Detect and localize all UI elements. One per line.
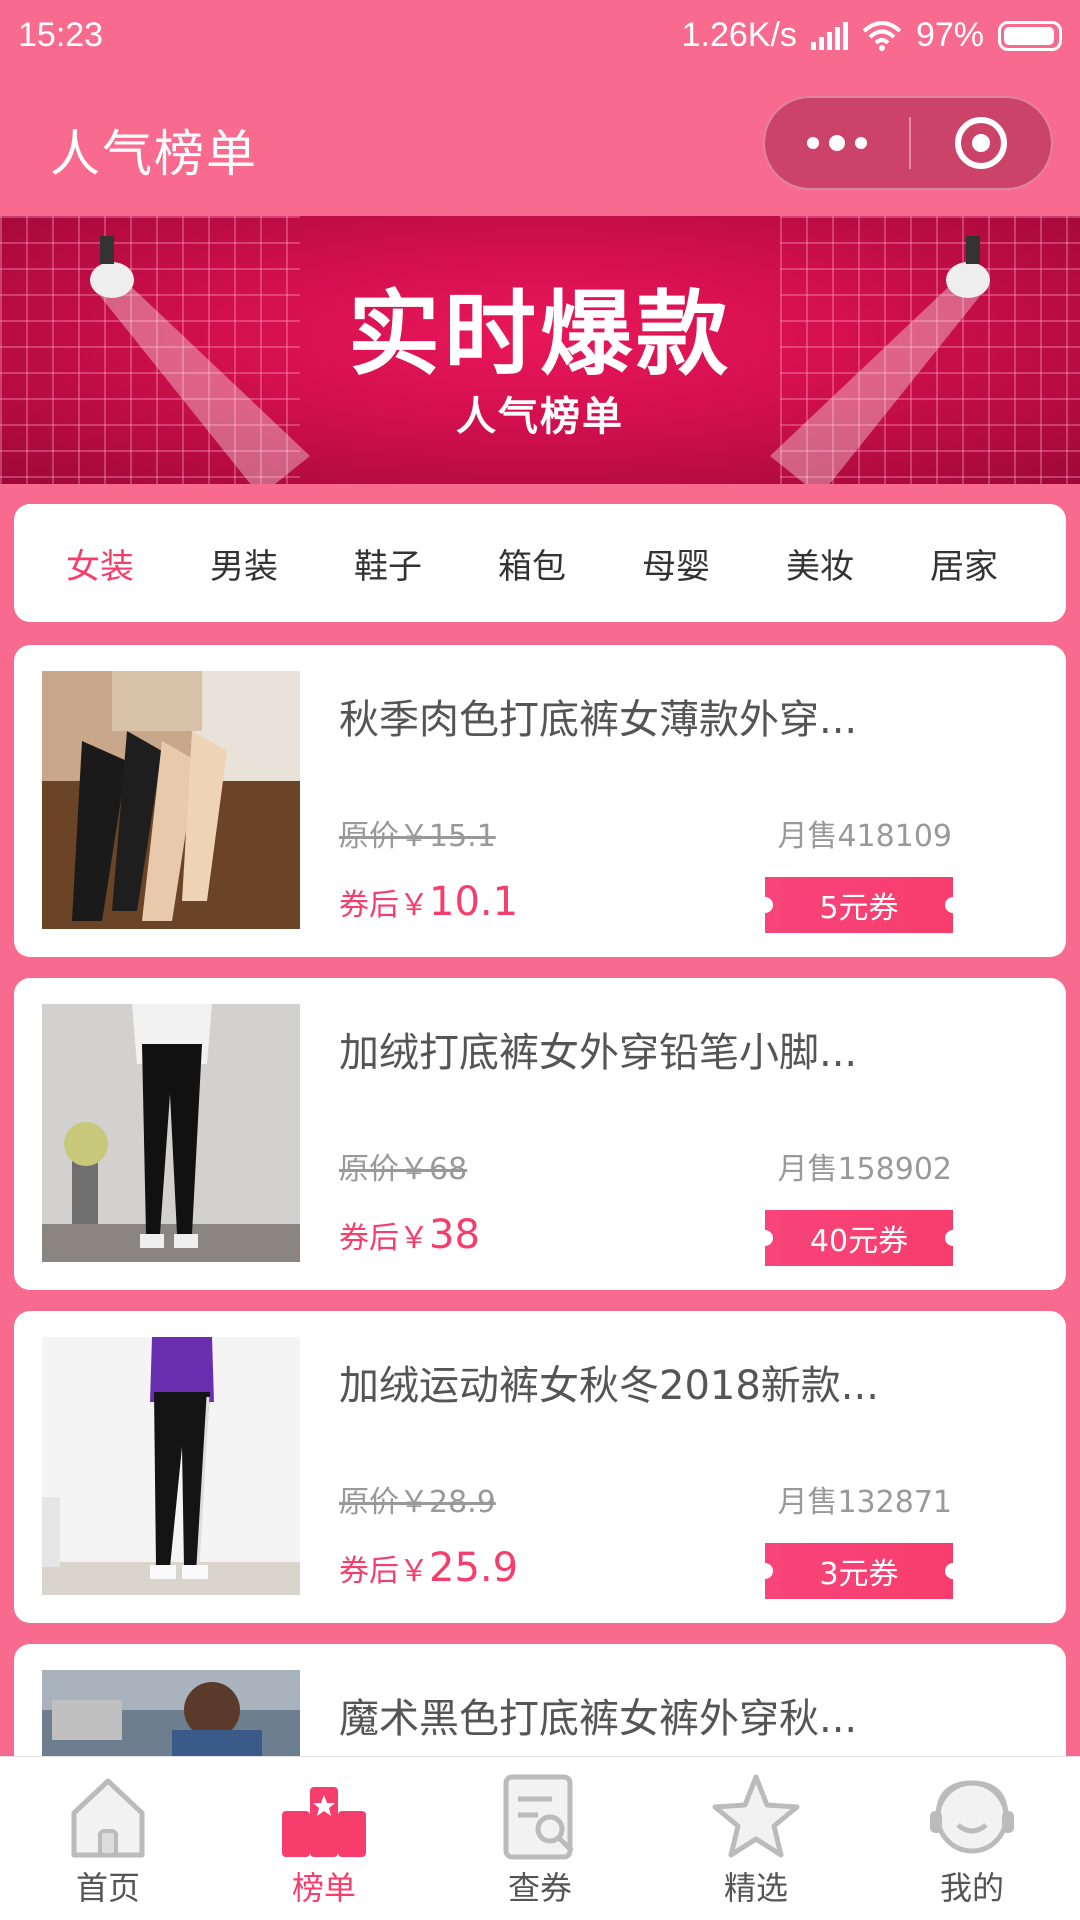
tab-home-page[interactable]: 首页: [0, 1757, 216, 1920]
tab-men-clothing[interactable]: 男装: [172, 539, 316, 588]
coupon-button[interactable]: 40元券: [757, 1210, 961, 1266]
product-card[interactable]: 加绒运动裤女秋冬2018新款... 原价￥28.9 月售132871 券后￥25…: [14, 1311, 1066, 1623]
tab-label: 查券: [507, 1869, 572, 1907]
banner-subtitle: 人气榜单: [456, 394, 624, 440]
after-coupon-value: 38: [429, 1212, 480, 1258]
tab-profile[interactable]: 我的: [864, 1757, 1080, 1920]
after-coupon-price: 券后￥10.1: [339, 879, 518, 925]
product-title[interactable]: 秋季肉色打底裤女薄款外穿...: [339, 687, 857, 745]
bottom-tab-bar: 首页 榜单 查券 精选 我的: [0, 1756, 1080, 1920]
wifi-icon: [862, 20, 902, 51]
product-image[interactable]: [42, 671, 300, 929]
after-coupon-label: 券后￥: [339, 888, 429, 923]
status-time: 15:23: [18, 16, 104, 54]
product-card[interactable]: 加绒打底裤女外穿铅笔小脚... 原价￥68 月售158902 券后￥38 40元…: [14, 978, 1066, 1290]
tab-label: 首页: [75, 1869, 140, 1907]
tab-partial[interactable]: 家: [1036, 539, 1066, 588]
tab-label: 我的: [939, 1869, 1004, 1907]
signal-icon: [810, 21, 848, 50]
after-coupon-value: 25.9: [429, 1545, 519, 1591]
battery-icon: [998, 20, 1062, 51]
original-price: 原价￥28.9: [339, 1485, 496, 1520]
tab-label: 精选: [723, 1869, 788, 1907]
mini-program-capsule: [763, 96, 1053, 190]
after-coupon-label: 券后￥: [339, 1221, 429, 1256]
home-icon: [71, 1778, 145, 1858]
tab-featured[interactable]: 精选: [648, 1757, 864, 1920]
target-icon: [955, 117, 1007, 169]
podium-icon: [282, 1787, 366, 1857]
after-coupon-price: 券后￥25.9: [339, 1545, 518, 1591]
tab-coupon-search[interactable]: 查券: [432, 1757, 648, 1920]
close-button[interactable]: [911, 98, 1051, 188]
product-title[interactable]: 魔术黑色打底裤女裤外穿秋...: [339, 1686, 857, 1744]
battery-percent: 97%: [915, 16, 984, 54]
category-tabs: 女装 男装 鞋子 箱包 母婴 美妆 居家 家: [14, 504, 1066, 622]
monthly-sales: 月售132871: [777, 1485, 952, 1520]
original-price: 原价￥15.1: [339, 819, 496, 854]
tab-women-clothing[interactable]: 女装: [28, 539, 172, 588]
hot-banner[interactable]: 实时爆款 人气榜单: [0, 216, 1080, 484]
monthly-sales: 月售418109: [777, 819, 952, 854]
page-title: 人气榜单: [50, 125, 258, 183]
product-card[interactable]: 秋季肉色打底裤女薄款外穿... 原价￥15.1 月售418109 券后￥10.1…: [14, 645, 1066, 957]
banner-headline: 实时爆款: [347, 281, 732, 388]
after-coupon-value: 10.1: [429, 879, 519, 925]
after-coupon-label: 券后￥: [339, 1554, 429, 1589]
monthly-sales: 月售158902: [777, 1152, 952, 1187]
status-bar: 15:23 1.26K/s 97%: [0, 0, 1080, 76]
coupon-button[interactable]: 3元券: [757, 1543, 961, 1599]
star-icon: [712, 1774, 800, 1858]
tab-shoes[interactable]: 鞋子: [316, 539, 460, 588]
coupon-button[interactable]: 5元券: [757, 877, 961, 933]
more-menu-button[interactable]: [765, 98, 909, 188]
original-price: 原价￥68: [339, 1152, 468, 1187]
network-speed: 1.26K/s: [681, 16, 797, 54]
tab-beauty[interactable]: 美妆: [748, 539, 892, 588]
tab-label: 榜单: [291, 1869, 356, 1907]
profile-icon: [930, 1780, 1014, 1854]
search-coupon-icon: [503, 1774, 574, 1860]
product-title[interactable]: 加绒打底裤女外穿铅笔小脚...: [339, 1020, 857, 1078]
after-coupon-price: 券后￥38: [339, 1212, 480, 1258]
product-image[interactable]: [42, 1337, 300, 1595]
nav-bar: 人气榜单: [0, 76, 1080, 216]
tab-home[interactable]: 居家: [892, 539, 1036, 588]
product-title[interactable]: 加绒运动裤女秋冬2018新款...: [339, 1353, 879, 1411]
tab-mother-baby[interactable]: 母婴: [604, 539, 748, 588]
tab-ranking[interactable]: 榜单: [216, 1757, 432, 1920]
tab-bags[interactable]: 箱包: [460, 539, 604, 588]
product-image[interactable]: [42, 1004, 300, 1262]
